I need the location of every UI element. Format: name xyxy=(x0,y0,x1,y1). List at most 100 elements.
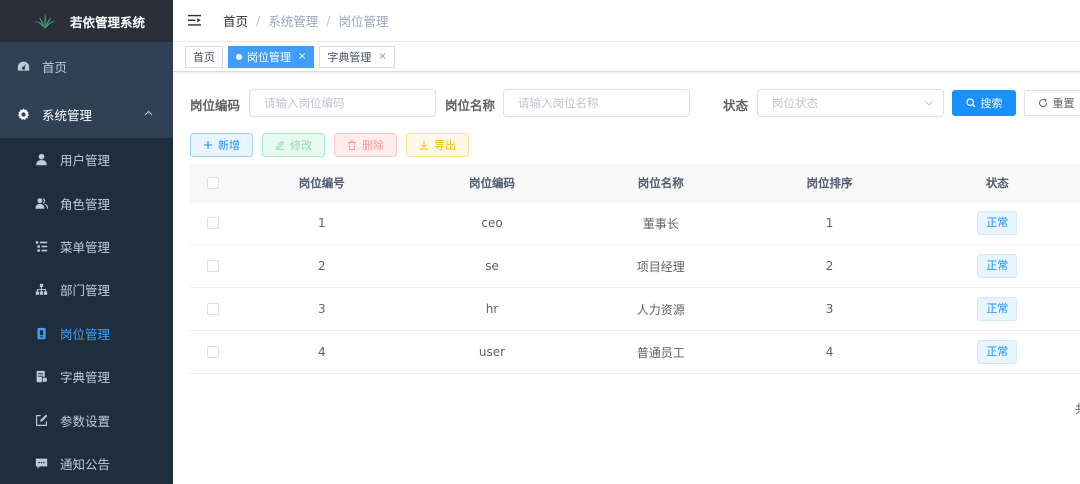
sidebar-item-menu[interactable]: 菜单管理 xyxy=(0,225,173,268)
submenu: 用户管理 角色管理 菜单管理 部门管理 岗位管理 字典管理 参数设置 通知公告 xyxy=(0,138,173,484)
sidebar-item-label: 岗位管理 xyxy=(60,326,111,342)
peoples-icon xyxy=(34,196,48,210)
sidebar-item-config[interactable]: 参数设置 xyxy=(0,398,173,441)
plus-icon xyxy=(204,141,212,149)
tag-dict[interactable]: 字典管理 × xyxy=(319,45,395,68)
tags-view: 首页 岗位管理 × 字典管理 × xyxy=(173,42,1080,72)
sidebar-item-label: 用户管理 xyxy=(60,153,111,169)
tree-table-icon xyxy=(34,239,48,253)
column-header: 状态 xyxy=(985,175,1009,190)
hamburger-icon[interactable] xyxy=(187,13,203,29)
close-icon[interactable]: × xyxy=(378,51,386,62)
post-name-cell: 人力资源 xyxy=(636,302,685,317)
post-id-cell: 1 xyxy=(317,216,326,230)
status-cell: 正常 xyxy=(915,340,1080,364)
sidebar-item-home[interactable]: 首页 xyxy=(0,42,173,90)
post-sort-cell: 3 xyxy=(825,302,834,316)
post-sort-cell: 4 xyxy=(825,345,834,359)
tag-post[interactable]: 岗位管理 × xyxy=(228,45,315,68)
row-checkbox[interactable] xyxy=(207,260,220,272)
status-cell: 正常 xyxy=(915,254,1080,278)
edit-button[interactable]: 修改 xyxy=(262,133,325,157)
add-button-label: 新增 xyxy=(218,139,240,152)
dict-icon xyxy=(34,370,48,384)
main-content: 岗位编码 岗位名称 状态 搜索 重置 新增 修改 删除 导出 xyxy=(173,72,1080,484)
post-code-input[interactable] xyxy=(249,89,436,117)
breadcrumb-item-post: 岗位管理 xyxy=(338,14,389,29)
search-form: 岗位编码 岗位名称 状态 搜索 重置 xyxy=(190,89,1080,117)
sidebar-group-label: 系统管理 xyxy=(42,107,93,123)
sidebar-item-dict[interactable]: 字典管理 xyxy=(0,355,173,398)
post-code-cell: hr xyxy=(485,302,499,316)
post-name-label: 岗位名称 xyxy=(445,98,496,113)
post-code-cell: user xyxy=(478,345,506,359)
user-icon xyxy=(34,153,48,167)
tag-label: 首页 xyxy=(193,50,215,64)
table-row[interactable]: 3 hr 人力资源 3 正常 xyxy=(190,288,1080,331)
sidebar-item-label: 通知公告 xyxy=(60,456,111,472)
table-row[interactable]: 4 user 普通员工 4 正常 xyxy=(190,331,1080,374)
table-header: 岗位编号 岗位编码 岗位名称 岗位排序 状态 xyxy=(190,164,1080,202)
row-select-cell xyxy=(190,260,237,272)
select-all-checkbox[interactable] xyxy=(207,176,220,189)
status-cell: 正常 xyxy=(915,211,1080,235)
status-label: 状态 xyxy=(723,98,749,113)
search-button[interactable]: 搜索 xyxy=(952,90,1016,116)
tag-label: 岗位管理 xyxy=(247,50,291,64)
table-row[interactable]: 1 ceo 董事长 1 正常 xyxy=(190,202,1080,245)
navbar: 首页 / 系统管理 / 岗位管理 xyxy=(173,0,1080,42)
tree-icon xyxy=(34,283,48,297)
column-header: 岗位排序 xyxy=(806,175,853,190)
sidebar-item-dept[interactable]: 部门管理 xyxy=(0,268,173,311)
post-name-cell: 项目经理 xyxy=(636,259,685,274)
post-table: 岗位编号 岗位编码 岗位名称 岗位排序 状态 1 ceo 董事长 1 正常 2 … xyxy=(190,164,1080,374)
post-id-cell: 4 xyxy=(317,345,326,359)
search-icon xyxy=(965,98,975,108)
download-icon xyxy=(420,141,428,150)
row-checkbox[interactable] xyxy=(207,217,220,229)
status-cell: 正常 xyxy=(915,297,1080,321)
breadcrumb-item-home[interactable]: 首页 xyxy=(223,11,248,30)
select-all-cell xyxy=(190,176,237,189)
message-icon xyxy=(34,456,48,470)
search-button-label: 搜索 xyxy=(980,97,1003,110)
sidebar: 若依管理系统 首页 系统管理 用户管理 角色管理 菜单管理 部门管理 岗位管理 … xyxy=(0,0,173,484)
sidebar-item-label: 部门管理 xyxy=(60,283,111,299)
export-button[interactable]: 导出 xyxy=(406,133,469,157)
chevron-down-icon xyxy=(925,101,933,106)
sidebar-item-label: 首页 xyxy=(42,59,68,75)
post-name-cell: 董事长 xyxy=(642,216,679,231)
trash-icon xyxy=(348,140,356,150)
post-name-cell: 普通员工 xyxy=(636,345,685,360)
delete-button-label: 删除 xyxy=(362,139,384,152)
active-dot-icon xyxy=(236,53,242,60)
row-select-cell xyxy=(190,346,237,358)
sidebar-item-notice[interactable]: 通知公告 xyxy=(0,442,173,484)
breadcrumb-separator: / xyxy=(326,13,331,28)
column-header: 岗位名称 xyxy=(637,175,684,190)
delete-button[interactable]: 删除 xyxy=(334,133,397,157)
sidebar-group-system[interactable]: 系统管理 xyxy=(0,90,173,138)
post-icon xyxy=(34,326,48,340)
row-checkbox[interactable] xyxy=(207,346,220,358)
status-badge: 正常 xyxy=(977,297,1018,321)
close-icon[interactable]: × xyxy=(298,51,306,62)
row-checkbox[interactable] xyxy=(207,303,220,315)
breadcrumb-item-system: 系统管理 xyxy=(268,14,319,29)
add-button[interactable]: 新增 xyxy=(190,133,253,157)
tag-home[interactable]: 首页 xyxy=(185,45,223,68)
reset-button[interactable]: 重置 xyxy=(1024,90,1080,116)
edit-button-label: 修改 xyxy=(290,139,312,152)
status-select[interactable] xyxy=(757,89,944,117)
sidebar-item-post[interactable]: 岗位管理 xyxy=(0,312,173,355)
sidebar-item-role[interactable]: 角色管理 xyxy=(0,181,173,224)
sidebar-item-user[interactable]: 用户管理 xyxy=(0,138,173,181)
breadcrumb: 首页 / 系统管理 / 岗位管理 xyxy=(223,11,388,30)
logo[interactable]: 若依管理系统 xyxy=(0,0,173,42)
refresh-icon xyxy=(1038,98,1047,107)
table-row[interactable]: 2 se 项目经理 2 正常 xyxy=(190,245,1080,288)
post-name-input[interactable] xyxy=(503,89,690,117)
edit-icon xyxy=(275,140,285,150)
sidebar-item-label: 字典管理 xyxy=(60,370,111,386)
row-select-cell xyxy=(190,303,237,315)
